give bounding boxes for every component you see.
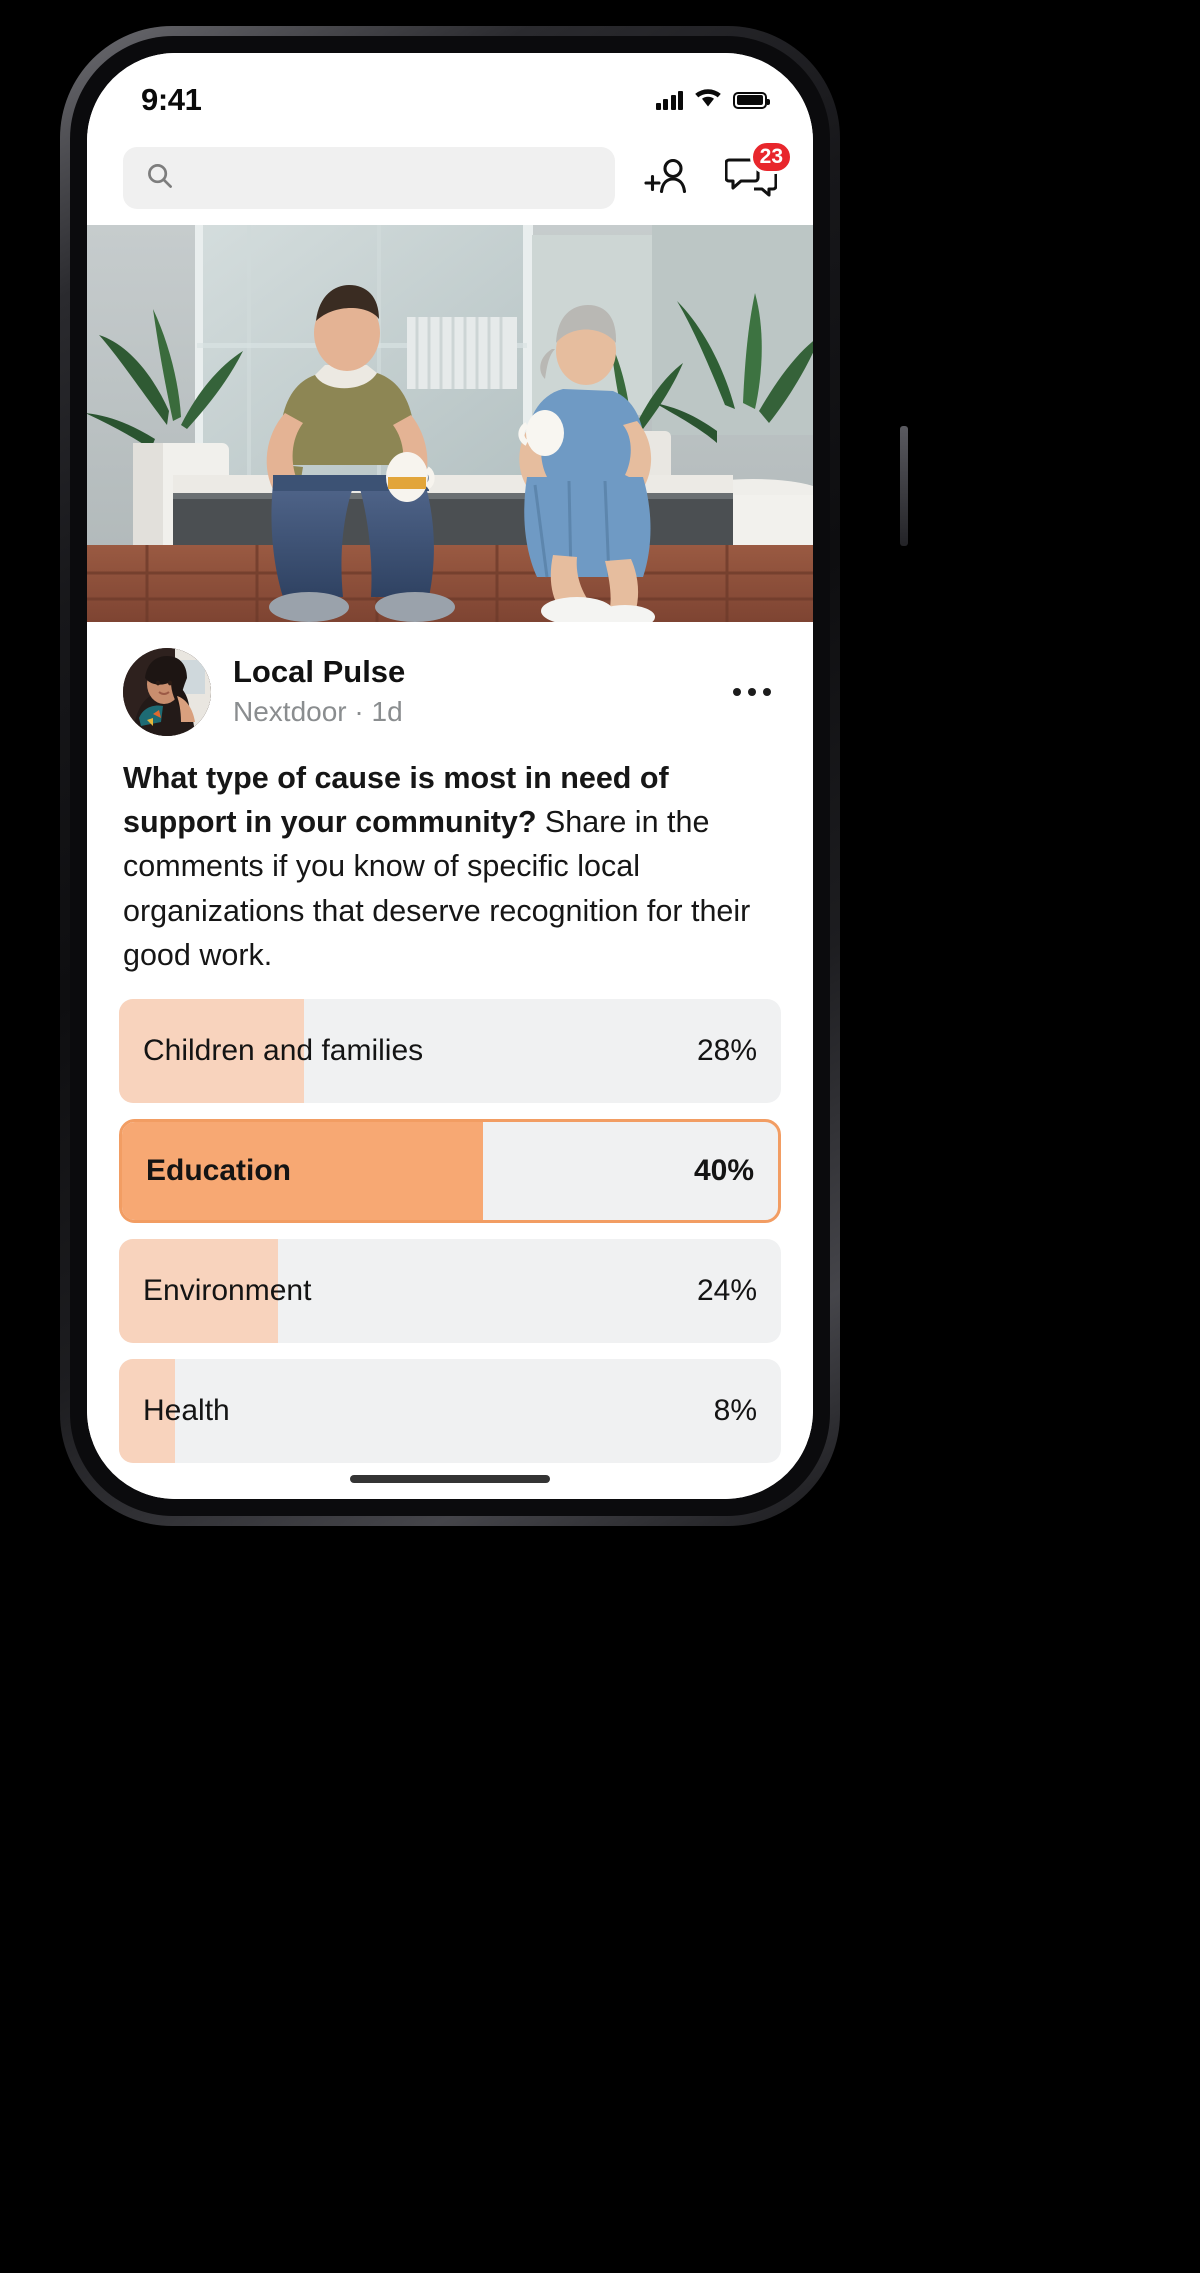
poll-option-label: Environment <box>143 1274 312 1308</box>
poll-option-label: Education <box>146 1154 292 1188</box>
phone-screen: 9:41 23 Local Pulse Nextdoor · 1d What t… <box>87 53 813 1499</box>
cellular-signal-icon <box>655 90 683 110</box>
poll-option-percent: 24% <box>696 1274 757 1308</box>
phone-bezel: 9:41 23 Local Pulse Nextdoor · 1d What t… <box>70 36 830 1516</box>
poll-option-percent: 28% <box>696 1034 757 1068</box>
power-button[interactable] <box>900 426 908 546</box>
post-body: What type of cause is most in need of su… <box>87 742 813 977</box>
poll-option-selected[interactable]: Education 40% <box>119 1119 781 1224</box>
search-icon <box>145 161 175 196</box>
post-header: Local Pulse Nextdoor · 1d <box>87 622 813 742</box>
post-author-name[interactable]: Local Pulse <box>233 653 727 692</box>
status-bar: 9:41 <box>87 53 813 141</box>
poll: Children and families 28% Education 40% … <box>87 977 813 1464</box>
more-options-icon[interactable] <box>727 678 777 706</box>
poll-option[interactable]: Health 8% <box>119 1359 781 1464</box>
chat-bubbles-icon[interactable]: 23 <box>725 140 793 204</box>
post-subtitle: Nextdoor · 1d <box>233 696 403 728</box>
wifi-icon <box>694 87 722 113</box>
avatar[interactable] <box>123 648 211 736</box>
home-indicator[interactable] <box>350 1475 550 1483</box>
poll-option-label: Health <box>143 1394 230 1428</box>
phone-device-frame: 9:41 23 Local Pulse Nextdoor · 1d What t… <box>60 26 908 1526</box>
app-top-bar: 23 <box>87 140 813 225</box>
poll-option-label: Children and families <box>143 1034 424 1068</box>
status-indicators <box>655 87 770 113</box>
app-bar-actions: 23 <box>643 140 793 204</box>
poll-option-percent: 40% <box>693 1154 754 1188</box>
poll-option[interactable]: Environment 24% <box>119 1239 781 1344</box>
post-card: Local Pulse Nextdoor · 1d What type of c… <box>87 622 813 1499</box>
add-person-icon[interactable] <box>643 152 695 204</box>
status-time: 9:41 <box>141 82 202 117</box>
messages-unread-badge: 23 <box>749 140 793 174</box>
battery-full-icon <box>733 91 770 109</box>
poll-option[interactable]: Children and families 28% <box>119 999 781 1104</box>
post-author-block: Local Pulse Nextdoor · 1d <box>233 653 727 730</box>
post-hero-image[interactable] <box>87 225 813 622</box>
search-input[interactable] <box>123 147 615 209</box>
poll-option-percent: 8% <box>713 1394 757 1428</box>
